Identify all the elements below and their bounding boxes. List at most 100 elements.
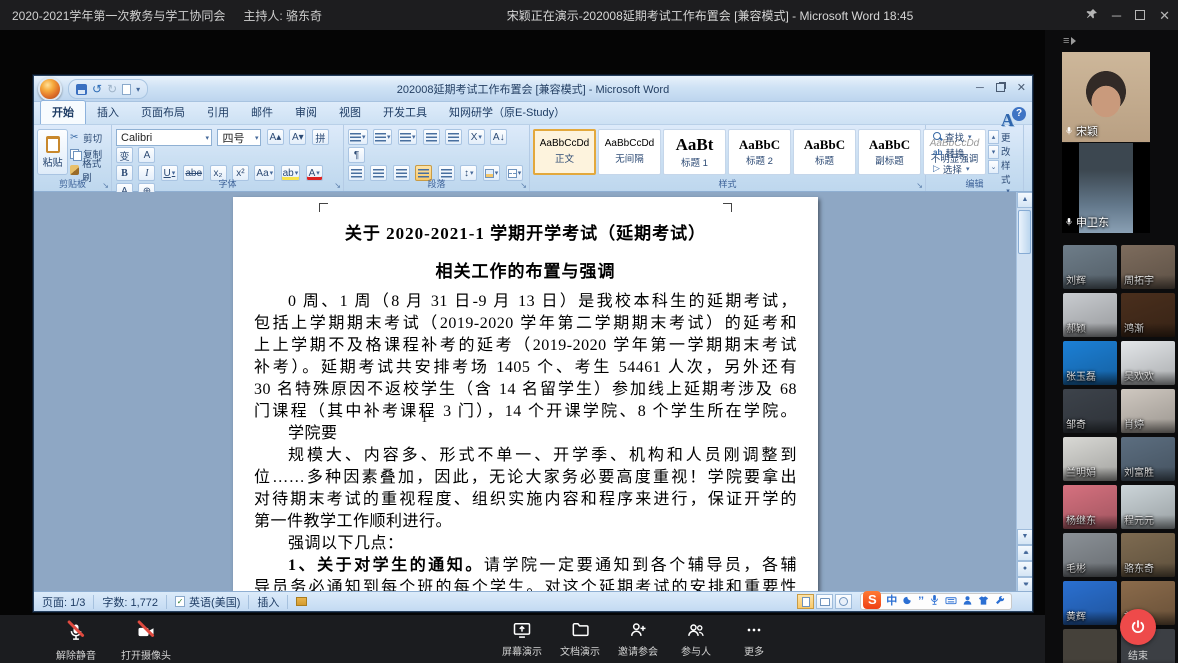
style-card-5[interactable]: AaBbC副标题 xyxy=(858,129,921,175)
ime-punctuation-icon[interactable]: ’’ xyxy=(918,596,924,607)
participant-tile-毛彬[interactable]: 毛彬 xyxy=(1063,533,1117,577)
macro-record-icon[interactable] xyxy=(288,595,315,609)
word-tab-0[interactable]: 开始 xyxy=(40,100,86,124)
increase-indent-icon[interactable] xyxy=(445,129,462,145)
unmute-button[interactable]: 解除静音 xyxy=(48,619,104,662)
participant-tile-兰明娟[interactable]: 兰明娟 xyxy=(1063,437,1117,481)
participant-tile-吴欢欢[interactable]: 吴欢欢 xyxy=(1121,341,1175,385)
cut-button[interactable]: ✂剪切 xyxy=(70,130,108,145)
font-size-combo[interactable]: 四号▾ xyxy=(217,129,261,146)
participant-tile-张玉磊[interactable]: 张玉磊 xyxy=(1063,341,1117,385)
document-page[interactable]: 关于 2020-2021-1 学期开学考试（延期考试）相关工作的布置与强调0 周… xyxy=(233,197,818,593)
word-tab-8[interactable]: 知网研学（原E-Study） xyxy=(438,101,576,124)
scroll-down-icon[interactable]: ▼ xyxy=(1017,529,1032,545)
participant-tile-邹奇[interactable]: 邹奇 xyxy=(1063,389,1117,433)
more-button[interactable]: 更多 xyxy=(730,618,778,658)
minimize-icon[interactable]: ─ xyxy=(1112,9,1121,22)
end-meeting-button[interactable] xyxy=(1120,609,1156,645)
previous-page-icon[interactable]: ▴▴ xyxy=(1017,545,1032,561)
style-card-3[interactable]: AaBbC标题 2 xyxy=(728,129,791,175)
select-browse-object-icon[interactable]: ● xyxy=(1017,561,1032,577)
word-tab-2[interactable]: 页面布局 xyxy=(130,101,196,124)
help-icon[interactable]: ? xyxy=(1012,107,1026,121)
ime-profile-icon[interactable] xyxy=(962,595,973,609)
word-tab-1[interactable]: 插入 xyxy=(86,101,130,124)
word-tab-6[interactable]: 视图 xyxy=(328,101,372,124)
grow-font-button[interactable]: A▴ xyxy=(267,129,284,145)
select-button[interactable]: ▷选择▾ xyxy=(933,161,1020,176)
shrink-font-button[interactable]: A▾ xyxy=(289,129,306,145)
video-tile-speaker[interactable]: 宋颖 xyxy=(1062,52,1150,142)
scroll-up-icon[interactable]: ▲ xyxy=(1017,192,1032,208)
insert-mode[interactable]: 插入 xyxy=(249,595,288,609)
participant-tile-杨继东[interactable]: 杨继东 xyxy=(1063,485,1117,529)
numbering-icon[interactable]: ▾ xyxy=(373,129,393,145)
ime-toolbox-icon[interactable] xyxy=(994,595,1005,609)
screen-share-button[interactable]: 屏幕演示 xyxy=(498,618,546,658)
maximize-icon[interactable] xyxy=(1135,10,1145,20)
character-scale-button[interactable]: 变 xyxy=(116,147,133,163)
web-layout-view-icon[interactable] xyxy=(835,594,852,609)
find-button[interactable]: 查找▾ xyxy=(933,129,1020,144)
word-tab-3[interactable]: 引用 xyxy=(196,101,240,124)
participant-tile-周拓宇[interactable]: 周拓宇 xyxy=(1121,245,1175,289)
ime-fullhalf-icon[interactable] xyxy=(902,595,913,609)
doc-share-button[interactable]: 文档演示 xyxy=(556,618,604,658)
style-card-0[interactable]: AaBbCcDd正文 xyxy=(533,129,596,175)
doc-share-label: 文档演示 xyxy=(560,643,600,658)
word-restore-icon[interactable] xyxy=(996,83,1005,92)
word-tab-5[interactable]: 审阅 xyxy=(284,101,328,124)
participant-tile-刘辉[interactable]: 刘辉 xyxy=(1063,245,1117,289)
video-tile-second[interactable]: 申卫东 xyxy=(1062,143,1150,233)
sort-icon[interactable]: A↓ xyxy=(490,129,507,145)
format-painter-button[interactable]: 格式刷 xyxy=(70,162,108,177)
sogou-logo-icon[interactable]: S xyxy=(863,591,881,609)
participant-tile-郝颖[interactable]: 郝颖 xyxy=(1063,293,1117,337)
participant-tile-黄辉[interactable]: 黄辉 xyxy=(1063,581,1117,625)
style-card-4[interactable]: AaBbC标题 xyxy=(793,129,856,175)
camera-on-button[interactable]: 打开摄像头 xyxy=(118,619,174,662)
participant-tile-鸿渐[interactable]: 鸿渐 xyxy=(1121,293,1175,337)
participant-tile-肖婷[interactable]: 肖婷 xyxy=(1121,389,1175,433)
word-tab-4[interactable]: 邮件 xyxy=(240,101,284,124)
print-layout-view-icon[interactable] xyxy=(797,594,814,609)
word-count[interactable]: 字数: 1,772 xyxy=(94,595,167,609)
participants-button[interactable]: 参与人 xyxy=(672,618,720,658)
proofing-status[interactable]: ✓ 英语(美国) xyxy=(167,595,249,609)
fullscreen-reading-view-icon[interactable] xyxy=(816,594,833,609)
character-border-button[interactable]: A xyxy=(138,147,155,163)
scrollbar-thumb[interactable] xyxy=(1018,210,1031,254)
sidebar-collapse-icon[interactable]: ≡ xyxy=(1063,34,1083,48)
replace-button[interactable]: ab替换 xyxy=(933,145,1020,160)
ime-skin-icon[interactable] xyxy=(978,595,989,609)
show-marks-icon[interactable]: ¶ xyxy=(348,147,365,163)
close-icon[interactable]: ✕ xyxy=(1159,9,1170,22)
invite-button[interactable]: 邀请参会 xyxy=(614,618,662,658)
word-close-icon[interactable]: ✕ xyxy=(1017,81,1026,94)
font-dialog-launcher[interactable]: ↘ xyxy=(334,181,341,190)
participant-tile-骆东奇[interactable]: 骆东奇 xyxy=(1121,533,1175,577)
ime-keyboard-icon[interactable] xyxy=(945,595,957,609)
styles-dialog-launcher[interactable]: ↘ xyxy=(916,181,923,190)
clipboard-dialog-launcher[interactable]: ↘ xyxy=(102,181,109,190)
word-tab-7[interactable]: 开发工具 xyxy=(372,101,438,124)
pin-icon[interactable] xyxy=(1086,8,1098,22)
font-name-combo[interactable]: Calibri▾ xyxy=(116,129,212,146)
bullets-icon[interactable]: ▾ xyxy=(348,129,368,145)
ime-mic-icon[interactable] xyxy=(929,594,940,609)
page-indicator[interactable]: 页面: 1/3 xyxy=(34,595,94,609)
word-minimize-icon[interactable]: ─ xyxy=(976,82,984,94)
multilevel-list-icon[interactable]: ▾ xyxy=(398,129,418,145)
pinyin-guide-button[interactable]: 拼 xyxy=(312,129,329,145)
ime-language-icon[interactable]: 中 xyxy=(886,596,897,607)
style-card-2[interactable]: AaBt标题 1 xyxy=(663,129,726,175)
paragraph-dialog-launcher[interactable]: ↘ xyxy=(520,181,527,190)
decrease-indent-icon[interactable] xyxy=(423,129,440,145)
participant-tile-程元元[interactable]: 程元元 xyxy=(1121,485,1175,529)
participant-tile-刘富胜[interactable]: 刘富胜 xyxy=(1121,437,1175,481)
participant-tile-partial-0[interactable] xyxy=(1063,629,1117,663)
style-card-1[interactable]: AaBbCcDd无间隔 xyxy=(598,129,661,175)
paste-button[interactable]: 粘贴 xyxy=(37,129,68,175)
asian-layout-icon[interactable]: X▾ xyxy=(468,129,485,145)
vertical-scrollbar[interactable]: ▲ ▼ ▴▴ ● ▾▾ xyxy=(1016,192,1032,593)
